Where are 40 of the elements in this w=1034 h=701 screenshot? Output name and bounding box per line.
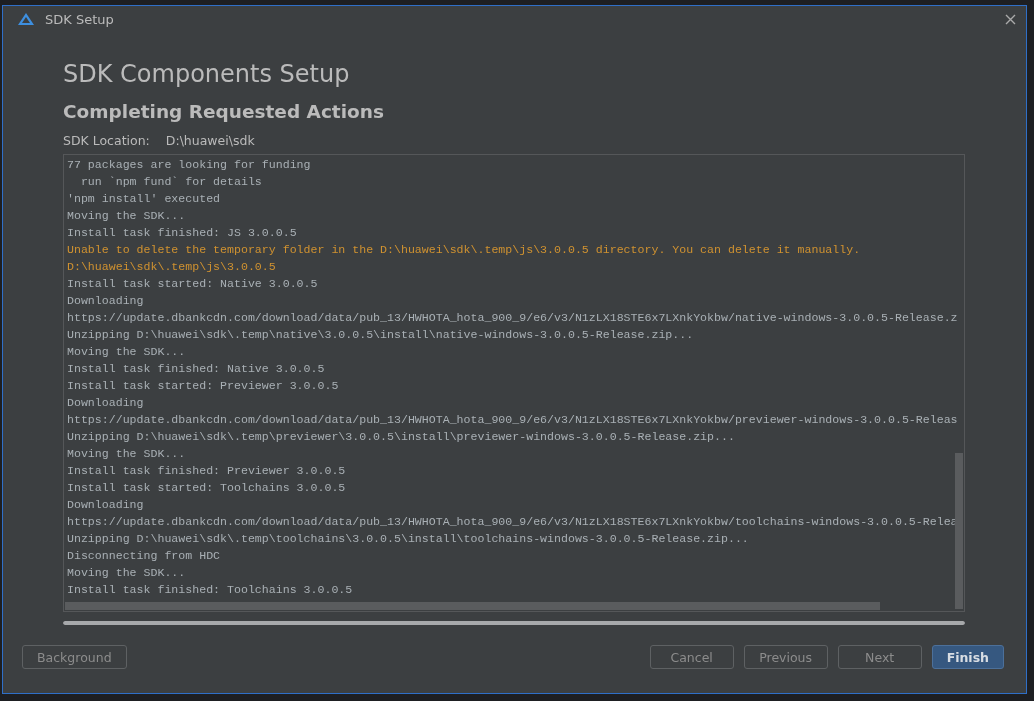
log-line: Install task finished: Native 3.0.0.5 bbox=[67, 361, 325, 377]
log-line: Downloading bbox=[67, 293, 144, 309]
log-line: Moving the SDK... bbox=[67, 208, 186, 224]
log-line: Install task finished: Toolchains 3.0.0.5 bbox=[67, 582, 353, 598]
window-title: SDK Setup bbox=[45, 11, 115, 27]
log-line: Unzipping D:\huawei\sdk\.temp\native\3.0.0.5\install\native-windows-3.0.0.5-Release.zip... bbox=[67, 327, 694, 343]
page-heading: SDK Components Setup bbox=[63, 59, 351, 90]
warning-log-line: D:\huawei\sdk\.temp\js\3.0.0.5 bbox=[67, 259, 276, 275]
log-line: Install task started: Toolchains 3.0.0.5 bbox=[67, 480, 346, 496]
vertical-scrollbar[interactable] bbox=[955, 453, 963, 609]
log-line: https://update.dbankcdn.com/download/data/pub_13/HWHOTA_hota_900_9/e6/v3/N1zLX18STE6x7LXnkYokbw/toolchains-windows-3.0.0.5-Relea bbox=[67, 514, 958, 530]
warning-log-line: Unable to delete the temporary folder in the D:\huawei\sdk\.temp\js\3.0.0.5 directory. You can delete it manually. bbox=[67, 242, 861, 258]
dialog-button[interactable]: Finish bbox=[931, 645, 1004, 669]
log-line: Moving the SDK... bbox=[67, 344, 186, 360]
section-heading: Completing Requested Actions bbox=[63, 100, 385, 124]
app-logo-icon bbox=[17, 12, 35, 26]
log-line: 77 packages are looking for funding bbox=[67, 157, 311, 173]
log-line: Install task started: Native 3.0.0.5 bbox=[67, 276, 318, 292]
dialog-button[interactable]: Cancel bbox=[649, 645, 734, 669]
sdk-location-label: SDK Location: bbox=[63, 132, 150, 148]
log-line: Downloading bbox=[67, 497, 144, 513]
log-line: Moving the SDK... bbox=[67, 565, 186, 581]
log-line: Disconnecting from HDC bbox=[67, 548, 221, 564]
dialog-button[interactable]: Previous bbox=[743, 645, 828, 669]
log-line: https://update.dbankcdn.com/download/data/pub_13/HWHOTA_hota_900_9/e6/v3/N1zLX18STE6x7LXnkYokbw/previewer-windows-3.0.0.5-Releas bbox=[67, 412, 958, 428]
log-line: Install task finished: Previewer 3.0.0.5 bbox=[67, 463, 346, 479]
dialog-button[interactable]: Background bbox=[22, 645, 127, 669]
log-line: Unzipping D:\huawei\sdk\.temp\toolchains\3.0.0.5\install\toolchains-windows-3.0.0.5-Release.zip... bbox=[67, 531, 749, 547]
log-line: https://update.dbankcdn.com/download/data/pub_13/HWHOTA_hota_900_9/e6/v3/N1zLX18STE6x7LXnkYokbw/native-windows-3.0.0.5-Release.z bbox=[67, 310, 958, 326]
close-icon[interactable] bbox=[1005, 13, 1016, 25]
dialog-button[interactable]: Next bbox=[837, 645, 922, 669]
log-line: Unzipping D:\huawei\sdk\.temp\previewer\3.0.0.5\install\previewer-windows-3.0.0.5-Release.zip... bbox=[67, 429, 735, 445]
log-line: run `npm fund` for details bbox=[79, 174, 262, 190]
sdk-location-value: D:\huawei\sdk bbox=[165, 132, 255, 148]
log-line: 'npm install' executed bbox=[67, 191, 221, 207]
log-line: Downloading bbox=[67, 395, 144, 411]
horizontal-scrollbar[interactable] bbox=[65, 602, 880, 610]
log-line: Moving the SDK... bbox=[67, 446, 186, 462]
log-line: Install task started: Previewer 3.0.0.5 bbox=[67, 378, 339, 394]
log-line: Install task finished: JS 3.0.0.5 bbox=[67, 225, 297, 241]
